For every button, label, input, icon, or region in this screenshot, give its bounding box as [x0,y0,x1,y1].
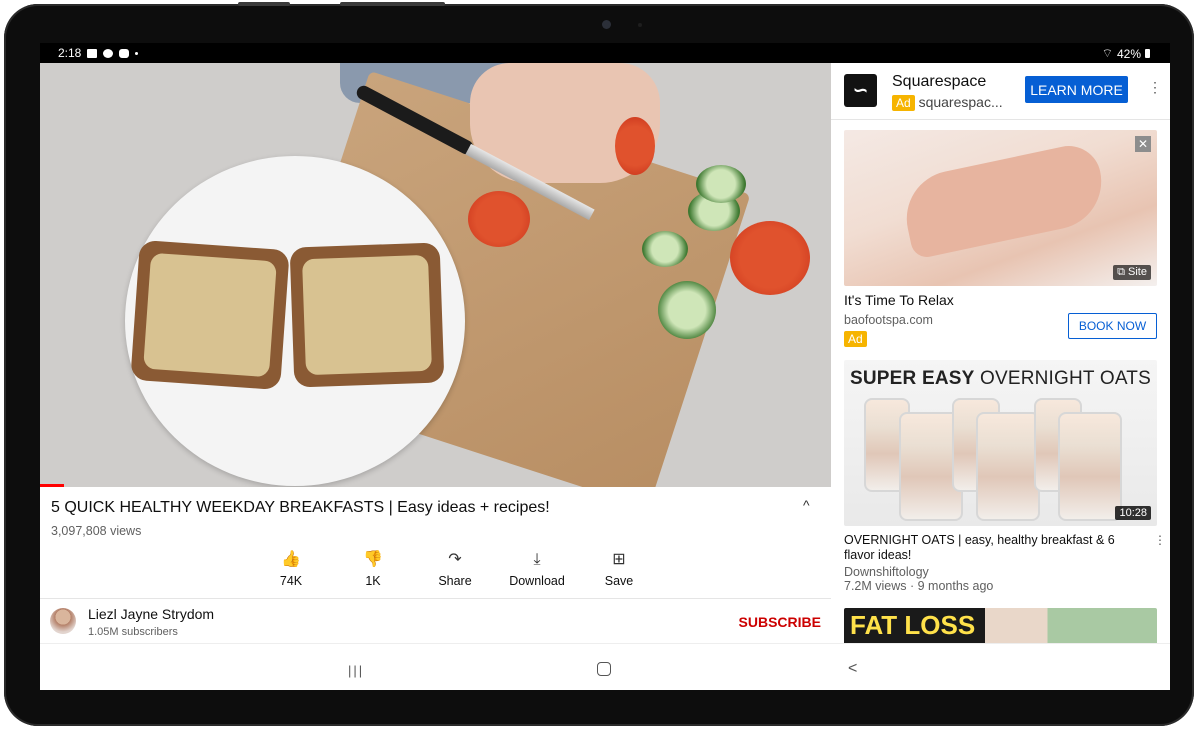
ad-badge: Ad [892,95,915,111]
ad-thumbnail[interactable]: ✕ ⧉ Site [844,130,1157,286]
save-icon: ⊞ [612,551,626,568]
share-label: Share [438,574,472,588]
screen: 2:18 ⌔ 42% 5 QUICK HEALTHY WEEKDAY BREAK [40,43,1170,690]
advertiser-url-row: Ad squarespac... [892,94,1003,111]
close-icon[interactable]: ✕ [1135,136,1151,152]
advertiser-name: Squarespace [892,73,987,90]
share-button[interactable]: ↷ Share [414,550,496,588]
back-button[interactable]: < [848,660,857,678]
download-label: Download [509,574,565,588]
notification-icon [103,48,114,58]
sidebar: ∽ Squarespace Ad squarespac... LEARN MOR… [831,63,1170,643]
channel-name[interactable]: Liezl Jayne Strydom [88,606,214,622]
thumbnail-headline: SUPER EASY OVERNIGHT OATS [844,368,1157,390]
download-icon: ⤓ [533,551,541,568]
site-badge[interactable]: ⧉ Site [1113,265,1151,280]
thumbnail-jar [976,412,1040,521]
action-bar: 👍 74K 👎 1K ↷ Share ⤓ Download ⊞ Save [250,550,660,588]
like-count: 74K [279,574,303,588]
site-label: Site [1128,266,1147,278]
sponsored-banner[interactable]: ∽ Squarespace Ad squarespac... LEARN MOR… [831,63,1170,120]
more-options-icon[interactable]: ⋮ [1154,533,1166,547]
share-icon: ↷ [448,551,462,568]
battery-icon [1145,49,1150,58]
thumbnail-feet [897,140,1111,260]
video-frame-tomato [468,191,530,247]
thumbs-down-icon: 👎 [363,551,383,568]
thumbnail-text: FAT LOSS [850,610,976,640]
video-frame-cucumber [658,281,716,339]
recommended-video-title[interactable]: OVERNIGHT OATS | easy, healthy breakfast… [844,533,1134,563]
video-frame-toast [130,239,290,391]
ad-title[interactable]: It's Time To Relax [844,292,954,308]
recents-button[interactable]: ||| [348,663,364,678]
ad-badge: Ad [844,331,867,347]
video-title[interactable]: 5 QUICK HEALTHY WEEKDAY BREAKFASTS | Eas… [51,499,550,517]
recommended-channel[interactable]: Downshiftology [844,565,929,579]
ad-badge-wrap: Ad [844,330,867,348]
battery-level: 42% [1116,46,1141,61]
video-frame-cucumber [696,165,746,203]
wifi-icon: ⌔ [1101,46,1113,60]
video-frame-toast [289,242,445,388]
divider [40,598,831,599]
home-button[interactable] [597,662,611,676]
video-player[interactable] [40,63,831,487]
video-thumbnail[interactable]: SUPER EASY OVERNIGHT OATS 10:28 [844,360,1157,526]
video-frame-cucumber [642,231,688,267]
thumbnail-headline-rest: OVERNIGHT OATS [974,368,1151,389]
download-button[interactable]: ⤓ Download [496,550,578,588]
hardware-button [340,2,445,6]
subscribe-button[interactable]: SUBSCRIBE [739,614,821,630]
like-button[interactable]: 👍 74K [250,550,332,588]
sensor-icon [638,23,642,27]
dislike-count: 1K [365,574,381,588]
advertiser-url: squarespac... [918,94,1003,110]
more-dot-icon [135,51,139,55]
thumbnail-headline-bold: SUPER EASY [850,368,975,389]
nav-bar: ||| < [40,643,1170,690]
learn-more-button[interactable]: LEARN MORE [1025,76,1128,103]
expand-chevron-icon[interactable]: ^ [803,497,810,513]
thumbnail-jar [1058,412,1122,521]
dislike-button[interactable]: 👎 1K [332,550,414,588]
settings-icon [119,48,130,58]
gallery-icon [87,48,98,58]
video-thumbnail[interactable]: FAT LOSS [844,608,1157,643]
view-count: 3,097,808 views [51,524,142,538]
video-frame-tomato [615,117,655,175]
hardware-button [238,2,290,6]
more-options-icon[interactable]: ⋮ [1148,79,1162,96]
channel-row[interactable]: Liezl Jayne Strydom 1.05M subscribers SU… [40,600,831,644]
squarespace-logo-icon: ∽ [844,74,877,107]
book-now-button[interactable]: BOOK NOW [1068,313,1157,339]
avatar[interactable] [50,608,76,634]
subscriber-count: 1.05M subscribers [88,626,178,638]
save-button[interactable]: ⊞ Save [578,550,660,588]
duration-badge: 10:28 [1115,506,1151,520]
clock: 2:18 [58,46,82,60]
save-label: Save [604,574,634,588]
video-frame-tomato [730,221,810,295]
thumbs-up-icon: 👍 [281,551,301,568]
status-bar: 2:18 ⌔ 42% [40,43,1170,63]
recommended-meta: 7.2M views · 9 months ago [844,579,994,593]
ad-url: baofootspa.com [844,313,933,327]
camera-icon [602,20,611,29]
